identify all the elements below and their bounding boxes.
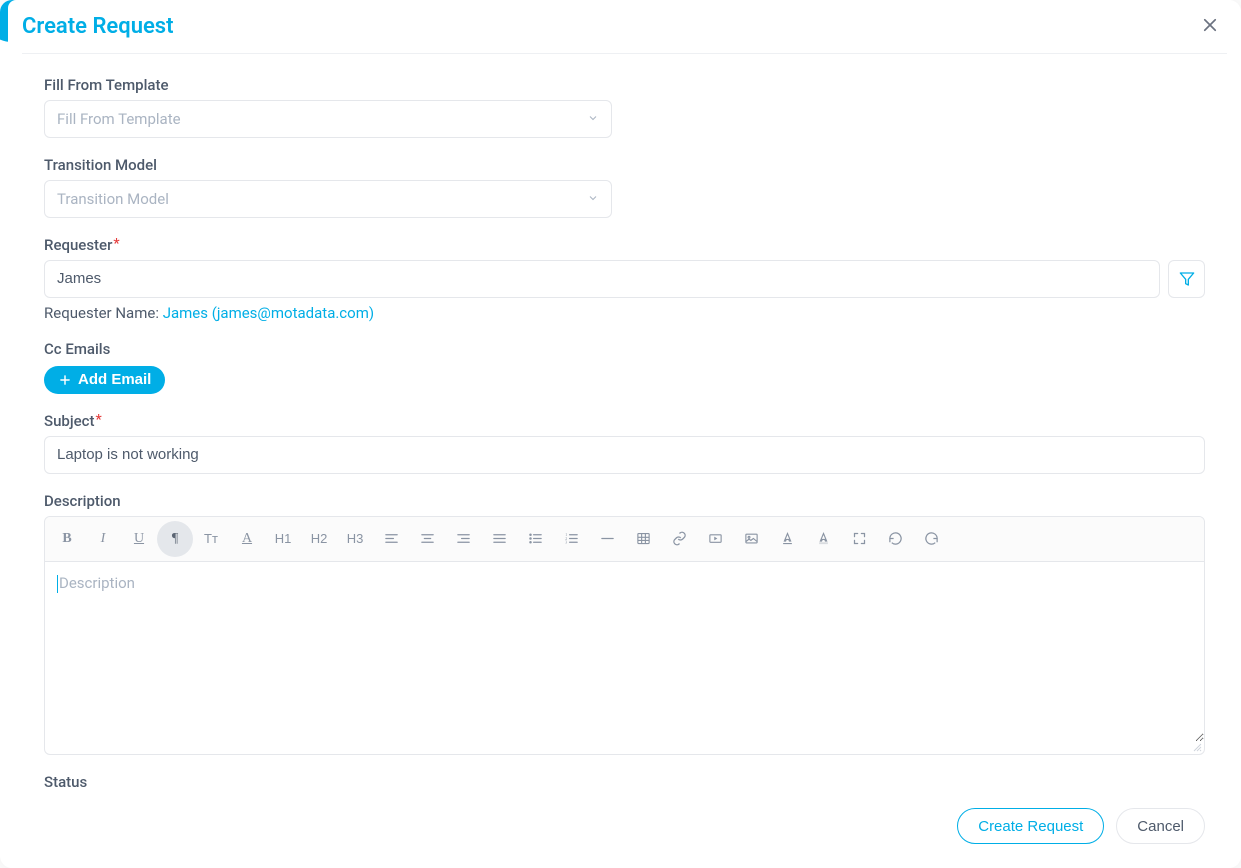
- chevron-down-icon: [587, 190, 599, 208]
- align-right-icon: [456, 531, 471, 546]
- field-transition-model: Transition Model Transition Model: [44, 156, 1205, 218]
- align-left-icon: [384, 531, 399, 546]
- h1-button[interactable]: H1: [265, 521, 301, 557]
- add-email-button[interactable]: Add Email: [44, 366, 165, 394]
- paragraph-button[interactable]: ¶: [157, 521, 193, 557]
- h2-button[interactable]: H2: [301, 521, 337, 557]
- h3-button[interactable]: H3: [337, 521, 373, 557]
- close-button[interactable]: [1201, 16, 1219, 38]
- editor-toolbar: B I U ¶ Tт A H1 H2 H3: [45, 517, 1204, 562]
- redo-icon: [924, 531, 939, 546]
- label-subject-text: Subject: [44, 412, 94, 430]
- modal-body: Fill From Template Fill From Template Tr…: [8, 54, 1241, 788]
- bullet-list-button[interactable]: [517, 521, 553, 557]
- align-left-button[interactable]: [373, 521, 409, 557]
- bullet-list-icon: [528, 531, 543, 546]
- select-fill-from-template[interactable]: Fill From Template: [44, 100, 612, 138]
- requester-name-link[interactable]: James (james@motadata.com): [163, 304, 374, 322]
- modal-inner: Create Request Fill From Template Fill F…: [8, 0, 1241, 868]
- label-description: Description: [44, 492, 1205, 510]
- rich-text-editor: B I U ¶ Tт A H1 H2 H3: [44, 516, 1205, 755]
- label-cc-emails: Cc Emails: [44, 340, 1205, 358]
- numbered-list-button[interactable]: 123: [553, 521, 589, 557]
- required-star: *: [113, 236, 119, 252]
- field-subject: Subject*: [44, 412, 1205, 474]
- text-bg-button[interactable]: [805, 521, 841, 557]
- label-transition-model: Transition Model: [44, 156, 1205, 174]
- select-transition-model[interactable]: Transition Model: [44, 180, 612, 218]
- placeholder-transition-model: Transition Model: [57, 190, 169, 208]
- field-requester: Requester* Requester Name: James (james@…: [44, 236, 1205, 322]
- label-fill-from-template: Fill From Template: [44, 76, 1205, 94]
- text-style-button[interactable]: A: [229, 521, 265, 557]
- redo-button[interactable]: [913, 521, 949, 557]
- video-button[interactable]: [697, 521, 733, 557]
- fullscreen-button[interactable]: [841, 521, 877, 557]
- requester-name-prefix: Requester Name:: [44, 304, 163, 322]
- field-fill-from-template: Fill From Template Fill From Template: [44, 76, 1205, 138]
- align-justify-icon: [492, 531, 507, 546]
- label-requester-text: Requester: [44, 236, 112, 254]
- label-requester: Requester*: [44, 236, 1205, 254]
- text-caret: [57, 575, 58, 593]
- input-subject[interactable]: [44, 436, 1205, 474]
- text-bg-icon: [816, 531, 831, 546]
- table-button[interactable]: [625, 521, 661, 557]
- horizontal-rule-button[interactable]: [589, 521, 625, 557]
- link-icon: [672, 531, 687, 546]
- numbered-list-icon: 123: [564, 531, 579, 546]
- input-requester[interactable]: [44, 260, 1160, 298]
- cancel-button[interactable]: Cancel: [1116, 808, 1205, 844]
- fullscreen-icon: [852, 531, 867, 546]
- modal-title: Create Request: [22, 14, 174, 39]
- field-cc-emails: Cc Emails Add Email: [44, 340, 1205, 394]
- editor-textarea[interactable]: Description: [45, 562, 1204, 742]
- required-star: *: [95, 412, 101, 428]
- align-justify-button[interactable]: [481, 521, 517, 557]
- filter-button[interactable]: [1168, 260, 1205, 298]
- modal-footer: Create Request Cancel: [8, 788, 1241, 868]
- link-button[interactable]: [661, 521, 697, 557]
- placeholder-fill-from-template: Fill From Template: [57, 110, 181, 128]
- editor-placeholder: Description: [59, 574, 135, 592]
- label-subject: Subject*: [44, 412, 1205, 430]
- create-request-button[interactable]: Create Request: [957, 808, 1104, 844]
- chevron-down-icon: [587, 110, 599, 128]
- text-color-button[interactable]: [769, 521, 805, 557]
- svg-text:3: 3: [565, 541, 567, 545]
- close-icon: [1201, 16, 1219, 34]
- filter-icon: [1179, 271, 1195, 287]
- italic-button[interactable]: I: [85, 521, 121, 557]
- requester-name-line: Requester Name: James (james@motadata.co…: [44, 304, 1205, 322]
- horizontal-rule-icon: [600, 531, 615, 546]
- resize-handle[interactable]: [45, 742, 1204, 754]
- align-center-icon: [420, 531, 435, 546]
- align-right-button[interactable]: [445, 521, 481, 557]
- field-description: Description B I U ¶ Tт A H1 H2 H3: [44, 492, 1205, 755]
- table-icon: [636, 531, 651, 546]
- field-status: Status: [44, 773, 1205, 788]
- video-icon: [708, 531, 723, 546]
- undo-icon: [888, 531, 903, 546]
- modal: Create Request Fill From Template Fill F…: [0, 0, 1241, 868]
- underline-button[interactable]: U: [121, 521, 157, 557]
- text-color-icon: [780, 531, 795, 546]
- plus-icon: [58, 373, 72, 387]
- label-status: Status: [44, 773, 1205, 788]
- add-email-label: Add Email: [78, 371, 151, 388]
- undo-button[interactable]: [877, 521, 913, 557]
- align-center-button[interactable]: [409, 521, 445, 557]
- image-icon: [744, 531, 759, 546]
- bold-button[interactable]: B: [49, 521, 85, 557]
- image-button[interactable]: [733, 521, 769, 557]
- modal-header: Create Request: [8, 0, 1241, 53]
- resize-icon: [1192, 742, 1202, 752]
- text-size-button[interactable]: Tт: [193, 521, 229, 557]
